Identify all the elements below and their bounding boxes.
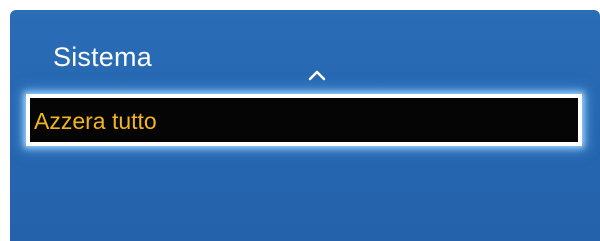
chevron-up-icon[interactable] [307,68,327,81]
menu-item-label: Azzera tutto [34,108,157,134]
panel-title: Sistema [53,42,152,72]
menu-item-reset-all[interactable]: Azzera tutto [26,94,582,146]
